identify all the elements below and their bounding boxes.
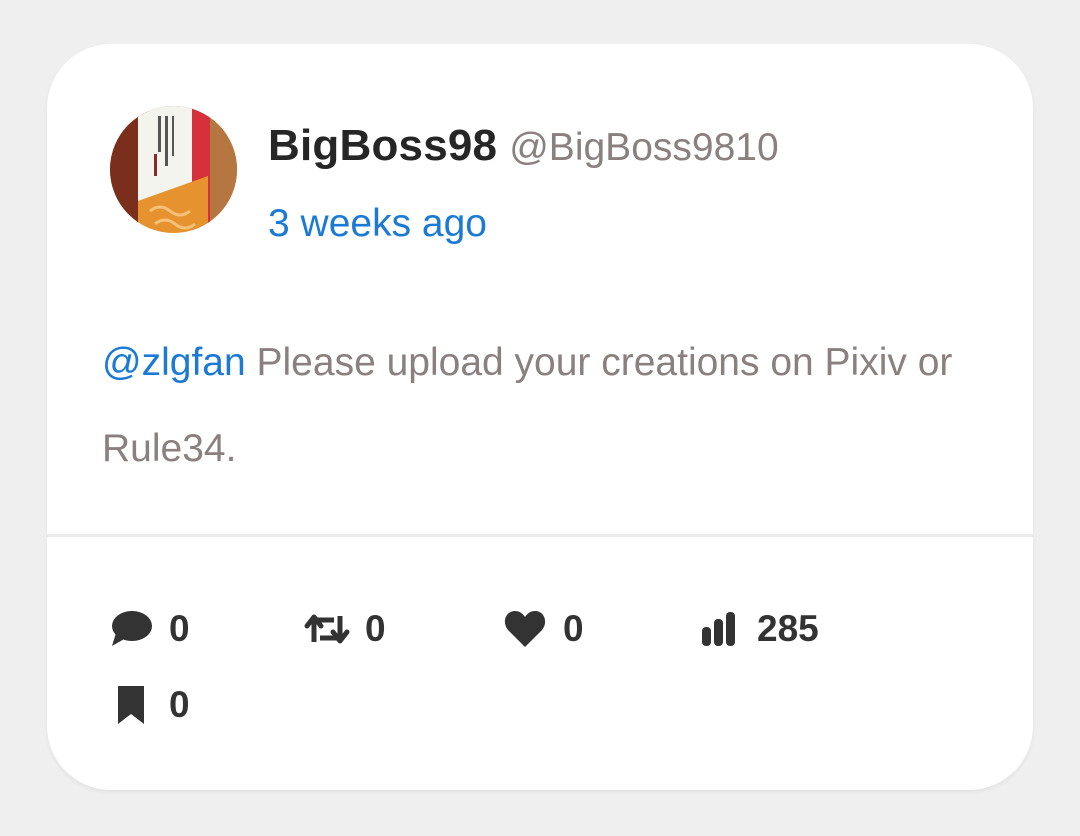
reply-count: 0 — [169, 608, 190, 649]
divider — [47, 534, 1033, 537]
reply-button[interactable]: 0 — [107, 604, 190, 654]
author-row: BigBoss98 @BigBoss9810 — [268, 120, 779, 182]
author-display-name[interactable]: BigBoss98 — [268, 121, 497, 170]
mention-link[interactable]: @zlgfan — [102, 341, 246, 384]
repost-count: 0 — [365, 608, 386, 649]
bookmark-count: 0 — [169, 684, 190, 725]
author-handle[interactable]: @BigBoss9810 — [509, 126, 778, 169]
like-count: 0 — [563, 608, 584, 649]
bar-chart-icon — [695, 605, 743, 653]
post-body: @zlgfan Please upload your creations on … — [102, 320, 962, 492]
repost-button[interactable]: 0 — [303, 604, 386, 654]
bookmark-icon — [107, 681, 155, 729]
comment-icon — [107, 605, 155, 653]
avatar-image — [110, 106, 237, 233]
avatar[interactable] — [110, 106, 237, 233]
views-count: 285 — [757, 608, 819, 649]
bookmark-button[interactable]: 0 — [107, 680, 190, 730]
post-timestamp[interactable]: 3 weeks ago — [268, 200, 487, 248]
heart-icon — [501, 605, 549, 653]
views-button[interactable]: 285 — [695, 604, 819, 654]
like-button[interactable]: 0 — [501, 604, 584, 654]
repost-icon — [303, 605, 351, 653]
post-card[interactable]: BigBoss98 @BigBoss9810 3 weeks ago @zlgfa… — [47, 44, 1033, 790]
